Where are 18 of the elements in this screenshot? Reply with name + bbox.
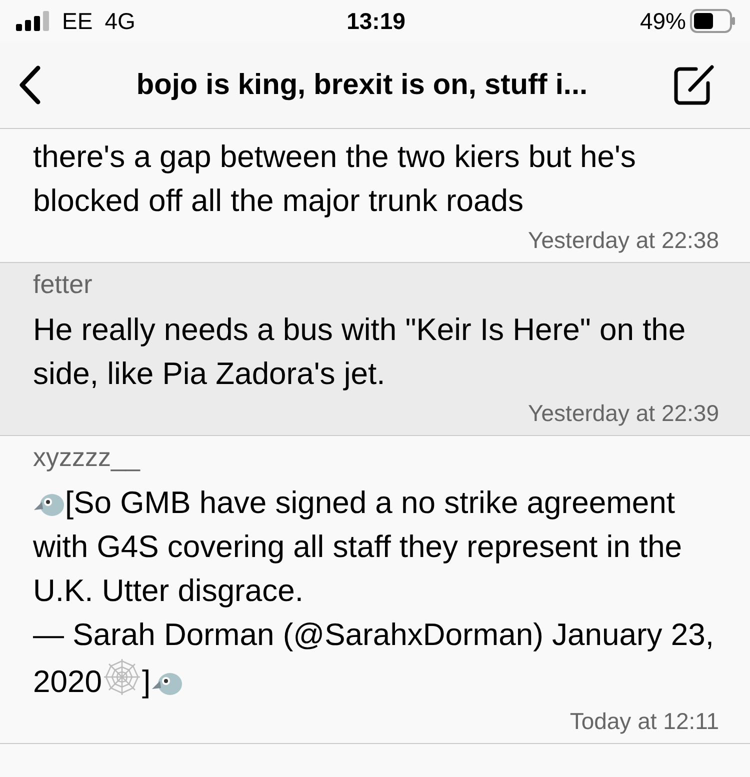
carrier-label: EE — [62, 8, 93, 34]
author-name: xyzzzz__ — [33, 442, 140, 473]
message-timestamp: Yesterday at 22:39 — [528, 400, 719, 427]
thread-title: bojo is king, brexit is on, stuff i... — [135, 68, 589, 102]
network-label: 4G — [104, 8, 136, 34]
back-button[interactable] — [18, 65, 42, 105]
clock: 13:19 — [346, 8, 406, 34]
message-text: [So GMB have signed a no strike agreement with G4S covering all staff they represent in the U.K. Utter disgrace. — Sarah Dorman (@SarahxDorman) January 23, 2020 ] — [33, 484, 716, 701]
battery-percent: 49% — [640, 8, 686, 34]
battery-icon — [690, 9, 736, 33]
message-text: He really needs a bus with "Keir Is Here" on the side, like Pia Zadora's jet. — [33, 311, 687, 393]
message-text: there's a gap between the two kiers but he's blocked off all the major trunk roads — [33, 138, 637, 220]
compose-icon[interactable] — [672, 63, 716, 107]
author-name: fetter — [33, 269, 92, 300]
spider-web-icon — [102, 657, 142, 697]
signal-icon — [16, 11, 50, 31]
message-timestamp: Today at 12:11 — [570, 708, 719, 735]
message-timestamp: Yesterday at 22:38 — [528, 227, 719, 254]
